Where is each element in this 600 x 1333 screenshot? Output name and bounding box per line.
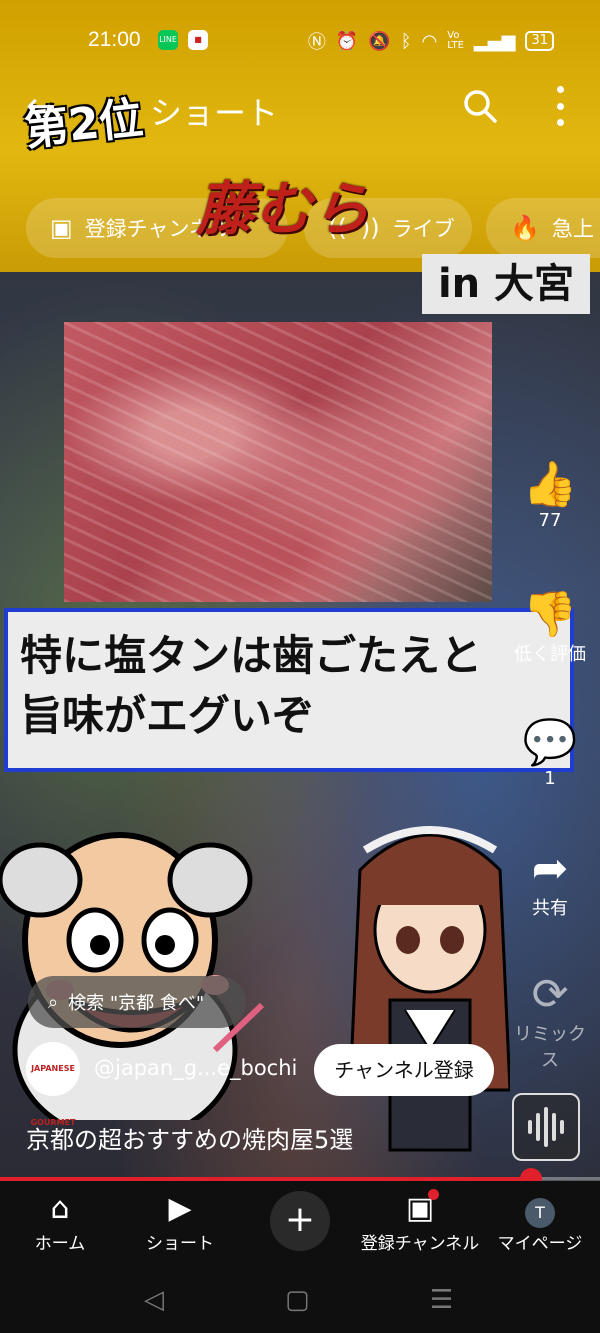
comment-icon: 💬 [522,717,578,768]
channel-handle[interactable]: @japan_g...e_bochi [94,1056,297,1080]
battery-icon: 31 [525,31,554,51]
line-app-icon: LINE [158,30,178,50]
share-button[interactable]: ➦ 共有 [510,844,590,920]
top-app-bar: ← ショート [0,82,600,132]
nav-home-label: ホーム [34,1234,86,1254]
chip-label: 急上 [551,217,594,241]
subscriptions-icon: ▣ [405,1191,435,1226]
remix-label: リミックス [514,1024,586,1071]
thumbs-up-icon: 👍 [522,459,578,510]
video-location-label: in 大宮 [422,254,590,314]
nav-you[interactable]: T マイページ [480,1189,600,1254]
search-icon: ⌕ [48,991,59,1013]
comment-count: 1 [544,768,556,789]
more-options-icon[interactable] [548,86,572,126]
chip-label: ライブ [391,217,455,241]
status-bar: 21:00 LINE ■ Ⓝ ⏰ 🔕 ᛒ ◠ Vo LTE ▂▄▆ 31 [0,26,600,56]
video-shop-name: 藤むら [196,175,371,243]
channel-row: JAPANESE GOURMET @japan_g...e_bochi チャンネ… [26,1042,506,1127]
nav-shorts-label: ショート [146,1234,214,1254]
bottom-navigation: ⌂ ホーム ▶ ショート + ▣ 登録チャンネル T マイページ [0,1181,600,1271]
nav-you-label: マイページ [497,1234,583,1254]
nav-shorts[interactable]: ▶ ショート [120,1189,240,1254]
home-icon: ⌂ [50,1191,70,1226]
like-count: 77 [538,510,562,531]
related-search-pill[interactable]: ⌕ 検索 "京都 食べ" [28,976,246,1028]
user-avatar: T [525,1198,555,1228]
chip-trending[interactable]: 🔥 急上 [486,198,600,258]
nav-home[interactable]: ⌂ ホーム [0,1189,120,1254]
wifi-icon: ◠ [421,30,438,52]
nav-subscriptions[interactable]: ▣ 登録チャンネル [360,1189,480,1254]
caption-line-1: 特に塩タンは歯ごたえと [20,631,483,680]
back-arrow-icon[interactable]: ← [26,86,56,127]
new-content-dot [428,1189,439,1200]
system-home-icon[interactable]: ▢ [285,1285,310,1315]
channel-avatar[interactable]: JAPANESE GOURMET [26,1042,80,1127]
notification-app-icon: ■ [188,30,208,50]
dislike-button[interactable]: 👎 低く評価 [510,590,590,666]
subscriptions-icon: ▣ [50,214,73,242]
system-back-icon[interactable]: ◁ [144,1285,164,1315]
shorts-icon: ▶ [168,1191,192,1226]
video-title[interactable]: 京都の超おすすめの焼肉屋5選 [26,1120,353,1155]
caption-line-2: 旨味がエグいぞ [20,691,315,740]
comments-button[interactable]: 💬 1 [510,717,590,790]
alarm-icon: ⏰ [335,30,359,52]
related-search-text: 検索 "京都 食べ" [68,993,205,1014]
nav-subscriptions-label: 登録チャンネル [360,1234,480,1254]
meat-photo [64,322,492,602]
remix-icon: ⟳ [531,969,569,1020]
volte-icon: Vo LTE [447,30,464,51]
create-button[interactable]: + [270,1191,330,1251]
page-title: ショート [150,94,279,132]
bluetooth-icon: ᛒ [400,30,412,52]
video-caption: 特に塩タンは歯ごたえと 旨味がエグいぞ [4,608,574,772]
sound-waveform-icon[interactable] [512,1093,580,1161]
mute-icon: 🔕 [368,30,391,52]
nfc-icon: Ⓝ [307,32,326,53]
share-icon: ➦ [531,843,569,894]
dislike-label: 低く評価 [514,644,586,665]
thumbs-down-icon: 👎 [522,589,578,640]
subscribe-button[interactable]: チャンネル登録 [314,1044,494,1096]
system-recents-icon[interactable]: ☰ [430,1285,453,1315]
trending-icon: 🔥 [510,214,540,242]
share-label: 共有 [532,898,568,919]
shorts-screen: 21:00 LINE ■ Ⓝ ⏰ 🔕 ᛒ ◠ Vo LTE ▂▄▆ 31 第2位… [0,0,600,1333]
like-button[interactable]: 👍 77 [510,459,590,532]
system-icons: Ⓝ ⏰ 🔕 ᛒ ◠ Vo LTE ▂▄▆ 31 [308,28,554,54]
system-navigation-bar: ◁ ▢ ☰ [0,1271,600,1333]
status-time: 21:00 [88,28,141,51]
remix-button[interactable]: ⟳ リミックス [510,970,590,1072]
girl-character-image [350,826,510,1152]
signal-icon: ▂▄▆ [473,30,516,52]
search-icon[interactable] [462,88,498,124]
plus-icon: + [284,1199,316,1240]
